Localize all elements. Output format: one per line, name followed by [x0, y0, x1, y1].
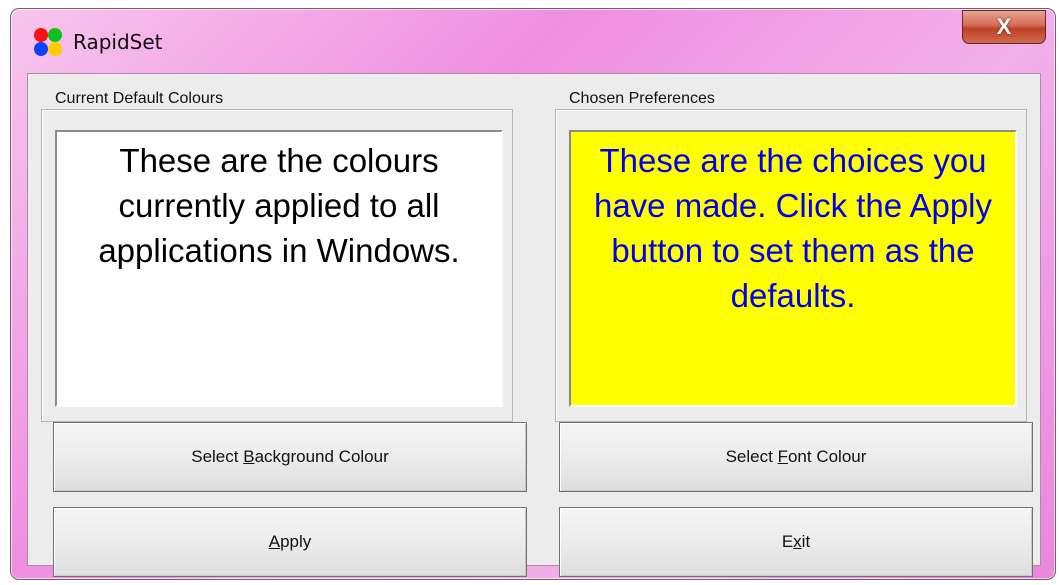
app-icon-dot-red: [34, 28, 48, 42]
label-accesskey: B: [243, 447, 255, 466]
chosen-preferences-text: These are the choices you have made. Cli…: [593, 142, 993, 314]
rapidset-window: RapidSet X These are the colours current…: [10, 8, 1056, 580]
exit-label: Exit: [782, 532, 810, 552]
current-default-colours-group: These are the colours currently applied …: [41, 109, 513, 422]
select-font-colour-button[interactable]: Select Font Colour: [559, 422, 1033, 492]
close-button[interactable]: X: [962, 10, 1046, 44]
title-bar[interactable]: RapidSet X: [11, 9, 1055, 71]
label-part: E: [781, 532, 794, 551]
label-part: ont Colour: [787, 447, 867, 466]
select-font-colour-label: Select Font Colour: [726, 447, 867, 467]
apply-label: Apply: [269, 532, 312, 552]
label-part: pply: [280, 532, 312, 551]
chosen-preferences-preview: These are the choices you have made. Cli…: [569, 130, 1017, 407]
label-accesskey: F: [777, 447, 788, 466]
close-icon: X: [996, 14, 1012, 39]
current-colours-preview: These are the colours currently applied …: [55, 130, 503, 407]
label-part: ackground Colour: [254, 447, 389, 466]
label-part: Select: [191, 447, 244, 466]
app-icon-dot-blue: [34, 42, 48, 56]
label-part: it: [801, 532, 811, 551]
label-accesskey: x: [793, 532, 802, 551]
apply-button[interactable]: Apply: [53, 507, 527, 577]
window-title: RapidSet: [73, 30, 163, 54]
app-icon-dot-yellow: [48, 42, 62, 56]
select-background-colour-button[interactable]: Select Background Colour: [53, 422, 527, 492]
select-background-colour-label: Select Background Colour: [191, 447, 389, 467]
app-icon-dot-green: [48, 28, 62, 42]
rapidset-app-icon: [33, 27, 63, 57]
current-colours-text: These are the colours currently applied …: [98, 142, 460, 269]
chosen-preferences-group: These are the choices you have made. Cli…: [555, 109, 1027, 422]
exit-button[interactable]: Exit: [559, 507, 1033, 577]
client-area: These are the colours currently applied …: [27, 73, 1041, 577]
label-accesskey: A: [268, 532, 281, 551]
label-part: Select: [725, 447, 778, 466]
chosen-preferences-label: Chosen Preferences: [568, 90, 717, 108]
current-default-colours-label: Current Default Colours: [54, 90, 226, 108]
